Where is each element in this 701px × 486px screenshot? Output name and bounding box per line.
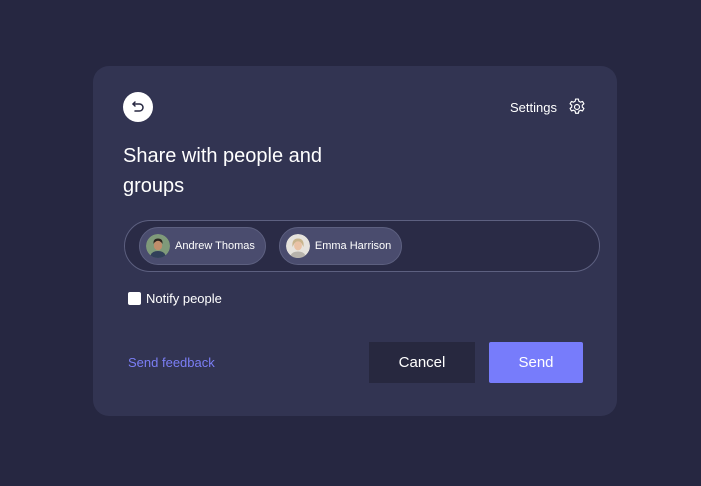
- recipient-chip[interactable]: Andrew Thomas: [139, 227, 266, 265]
- gear-icon: [567, 97, 587, 117]
- share-dialog: Settings Share with people and groups An…: [93, 66, 617, 416]
- recipient-name: Andrew Thomas: [175, 240, 255, 252]
- recipient-chip[interactable]: Emma Harrison: [278, 227, 403, 265]
- notify-option: Notify people: [128, 291, 222, 306]
- recipient-name: Emma Harrison: [314, 240, 392, 252]
- send-button[interactable]: Send: [489, 342, 583, 383]
- recipients-input[interactable]: Andrew Thomas Emma Harrison: [124, 220, 600, 272]
- cancel-button[interactable]: Cancel: [369, 342, 475, 383]
- notify-checkbox[interactable]: [128, 292, 141, 305]
- settings-button[interactable]: Settings: [510, 97, 587, 117]
- avatar: [285, 234, 310, 258]
- notify-label: Notify people: [146, 291, 222, 306]
- settings-label: Settings: [510, 99, 557, 115]
- undo-arrow-icon: [130, 99, 146, 115]
- send-feedback-link[interactable]: Send feedback: [128, 355, 215, 370]
- avatar: [146, 234, 170, 258]
- dialog-title: Share with people and groups: [123, 145, 323, 197]
- back-button[interactable]: [123, 92, 153, 122]
